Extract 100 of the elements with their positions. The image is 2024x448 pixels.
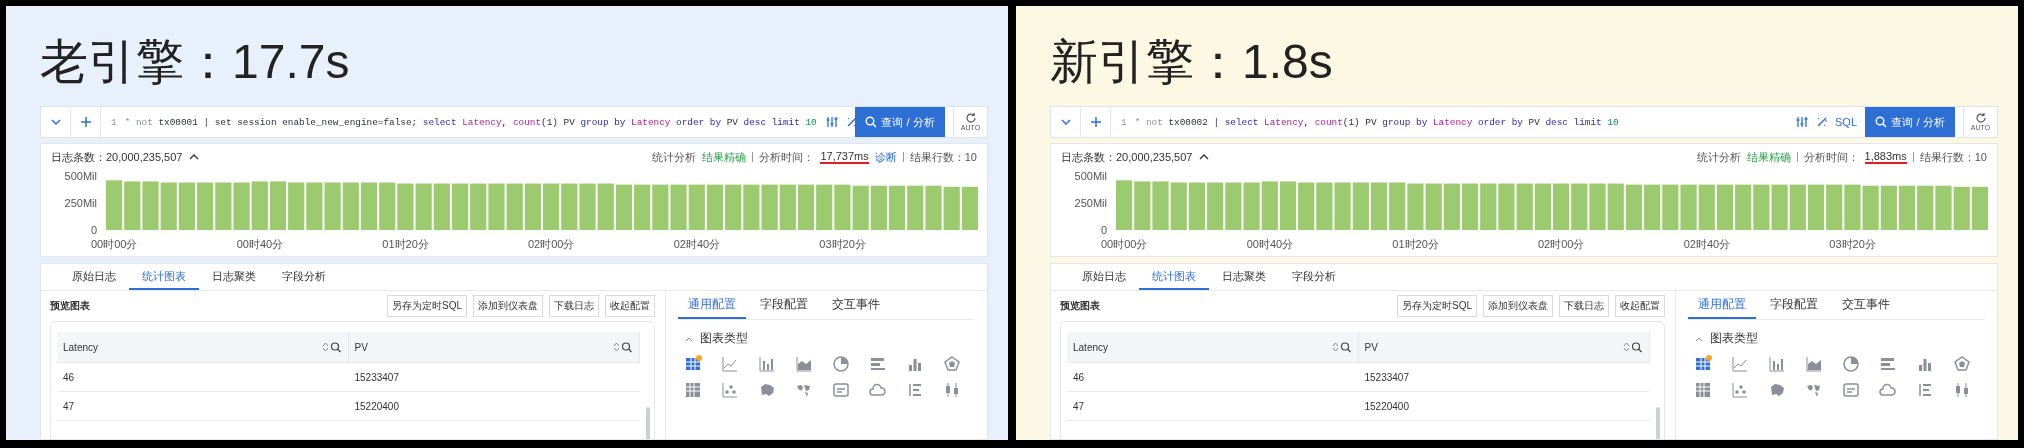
histogram-bar[interactable] (215, 182, 232, 230)
map-icon[interactable] (758, 381, 776, 399)
cloud-icon[interactable] (869, 381, 887, 399)
histogram-bar[interactable] (342, 182, 359, 230)
histogram-bar[interactable] (1461, 183, 1479, 230)
histogram-bar[interactable] (688, 184, 705, 230)
histogram-bar[interactable] (725, 184, 742, 230)
histogram-bar[interactable] (1170, 182, 1187, 230)
histogram-bar[interactable] (1862, 185, 1879, 230)
histogram-bar[interactable] (433, 183, 450, 230)
scrollbar[interactable] (646, 407, 650, 439)
histogram-bar[interactable] (1243, 182, 1260, 230)
histogram-bar[interactable] (834, 184, 851, 230)
histogram-bar[interactable] (870, 185, 887, 230)
column-header[interactable]: Latency (57, 332, 349, 362)
histogram-bar[interactable] (1807, 184, 1825, 230)
tab[interactable]: 字段分析 (269, 264, 339, 290)
histogram-bar[interactable] (1334, 182, 1351, 230)
card-icon[interactable] (832, 381, 850, 399)
histogram-bar[interactable] (1316, 182, 1333, 230)
action-button[interactable]: 另存为定时SQL (1397, 295, 1477, 317)
column-header[interactable]: PV (1358, 332, 1650, 362)
line-chart-icon[interactable] (721, 355, 739, 373)
histogram-bar[interactable] (670, 184, 687, 230)
histogram-bar[interactable] (706, 184, 724, 230)
diagnose-link[interactable]: 诊断 (874, 149, 897, 165)
bar-list-icon[interactable] (1879, 355, 1897, 373)
histogram-bar[interactable] (1880, 185, 1897, 230)
histogram-bar[interactable] (324, 182, 341, 230)
histogram-bar[interactable] (288, 182, 305, 230)
histogram-bar[interactable] (451, 183, 469, 230)
histogram-bar[interactable] (251, 181, 268, 230)
histogram-bar[interactable] (816, 184, 833, 230)
scatter-chart-icon[interactable] (721, 381, 739, 399)
histogram-bar[interactable] (1589, 183, 1606, 230)
action-button[interactable]: 添加到仪表盘 (473, 295, 543, 317)
histogram-bar[interactable] (1898, 185, 1916, 230)
histogram-bar[interactable] (779, 184, 796, 230)
histogram-bar[interactable] (1534, 183, 1551, 230)
histogram-bar[interactable] (379, 182, 396, 230)
pentagon-icon[interactable] (943, 355, 961, 373)
bar-chart-icon[interactable] (758, 355, 776, 373)
action-button[interactable]: 下载日志 (1559, 295, 1609, 317)
histogram-bar[interactable] (1935, 185, 1952, 230)
histogram-bar[interactable] (488, 183, 505, 230)
histogram-bar[interactable] (652, 184, 669, 230)
histogram-bar[interactable] (415, 183, 432, 230)
histogram-bar[interactable] (524, 183, 541, 230)
config-tab[interactable]: 字段配置 (1760, 291, 1828, 319)
histogram-bar[interactable] (178, 182, 196, 230)
histogram-bar[interactable] (561, 183, 578, 230)
histogram-bar[interactable] (1753, 184, 1770, 230)
config-tab[interactable]: 字段配置 (750, 291, 818, 319)
histogram-bar[interactable] (1498, 183, 1515, 230)
histogram-bar[interactable] (124, 181, 141, 230)
tab[interactable]: 日志聚类 (199, 264, 269, 290)
tab[interactable]: 字段分析 (1279, 264, 1349, 290)
histogram-bar[interactable] (1553, 183, 1570, 230)
bar-list-icon[interactable] (869, 355, 887, 373)
histogram-bar[interactable] (106, 180, 123, 230)
list-icon[interactable] (1916, 381, 1934, 399)
histogram-bar[interactable] (197, 182, 214, 230)
histogram-bar[interactable] (1789, 184, 1806, 230)
sort-search-icon[interactable] (1623, 341, 1643, 353)
action-button[interactable]: 下载日志 (549, 295, 599, 317)
histogram-bar[interactable] (925, 185, 942, 230)
tab[interactable]: 原始日志 (59, 264, 129, 290)
histogram-bar[interactable] (1662, 184, 1679, 230)
histogram-bar[interactable] (470, 183, 487, 230)
histogram-bar[interactable] (797, 184, 815, 230)
histogram-bar[interactable] (1971, 186, 1988, 230)
histogram-bar[interactable] (1680, 184, 1697, 230)
pentagon-icon[interactable] (1953, 355, 1971, 373)
column-header[interactable]: Latency (1067, 332, 1359, 362)
caret-up-icon[interactable] (1198, 152, 1211, 162)
histogram-bar[interactable] (1571, 183, 1588, 230)
histogram-bar[interactable] (1425, 183, 1442, 230)
histogram-bar[interactable] (1279, 181, 1297, 230)
histogram-bar[interactable] (1716, 184, 1734, 230)
histogram-bar[interactable] (1225, 182, 1242, 230)
histogram-bar[interactable] (142, 181, 159, 230)
histogram-bar[interactable] (269, 181, 287, 230)
histogram-bar[interactable] (961, 186, 978, 230)
cloud-icon[interactable] (1879, 381, 1897, 399)
config-tab[interactable]: 交互事件 (1832, 291, 1900, 319)
histogram-bar[interactable] (506, 183, 523, 230)
grid-icon[interactable] (684, 381, 702, 399)
histogram-bar[interactable] (1607, 183, 1624, 230)
histogram-bar[interactable] (1644, 184, 1661, 230)
histogram-bar[interactable] (1443, 183, 1460, 230)
config-tab[interactable]: 通用配置 (1688, 291, 1756, 319)
tab[interactable]: 统计图表 (1139, 264, 1209, 290)
histogram-bar[interactable] (1207, 182, 1224, 230)
histogram-bar[interactable] (888, 185, 906, 230)
histogram-bar[interactable] (634, 184, 651, 230)
histogram-bar[interactable] (397, 183, 414, 230)
histogram-bar[interactable] (852, 185, 869, 230)
histogram-bar[interactable] (615, 184, 633, 230)
histogram-bar[interactable] (1389, 182, 1406, 230)
histogram-bar[interactable] (579, 183, 596, 230)
